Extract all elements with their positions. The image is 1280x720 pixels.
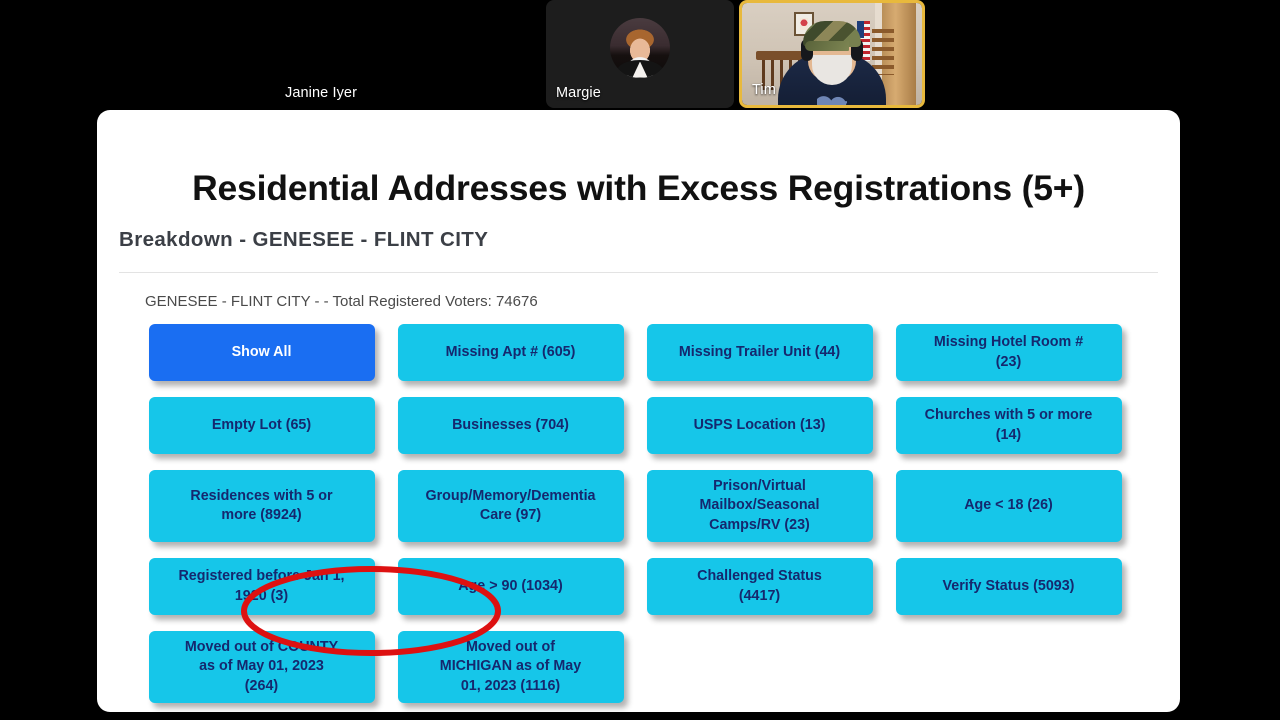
filter-button[interactable]: Residences with 5 or more (8924) xyxy=(148,470,375,542)
participant-name-label: Tim xyxy=(752,82,776,98)
filter-button[interactable]: Age < 18 (26) xyxy=(895,470,1122,542)
filter-button[interactable]: Businesses (704) xyxy=(397,397,624,454)
video-conference-strip: Janine Iyer Margie Tim xyxy=(0,0,1280,108)
participant-tile-tim[interactable]: Tim xyxy=(739,0,925,108)
page-title: Residential Addresses with Excess Regist… xyxy=(192,168,1085,208)
filter-button[interactable]: Show All xyxy=(148,324,375,381)
camo-cap xyxy=(803,21,861,51)
filter-button[interactable]: Missing Apt # (605) xyxy=(397,324,624,381)
filter-button[interactable]: Verify Status (5093) xyxy=(895,558,1122,615)
filter-button[interactable]: Moved out of COUNTY as of May 01, 2023 (… xyxy=(148,631,375,703)
participant-name-label: Janine Iyer xyxy=(285,85,358,101)
filter-button[interactable]: Churches with 5 or more (14) xyxy=(895,397,1122,454)
filter-button[interactable]: Group/Memory/Dementia Care (97) xyxy=(397,470,624,542)
shirt-logo xyxy=(817,95,847,105)
participant-tile-margie[interactable]: Margie xyxy=(546,0,734,108)
participant-name-label: Margie xyxy=(556,85,601,101)
filter-button-grid: Show All Missing Apt # (605) Missing Trail… xyxy=(148,324,1129,703)
filter-button[interactable]: Age > 90 (1034) xyxy=(397,558,624,615)
filter-button[interactable]: Moved out of MICHIGAN as of May 01, 2023… xyxy=(397,631,624,703)
cap-brim xyxy=(805,41,849,51)
filter-button[interactable]: Registered before Jan 1, 1920 (3) xyxy=(148,558,375,615)
filter-button[interactable]: Missing Hotel Room # (23) xyxy=(895,324,1122,381)
avatar xyxy=(610,17,670,78)
filter-button[interactable]: Empty Lot (65) xyxy=(148,397,375,454)
filter-button[interactable]: Missing Trailer Unit (44) xyxy=(646,324,873,381)
filter-button[interactable]: Challenged Status (4417) xyxy=(646,558,873,615)
total-registered-voters-summary: GENESEE - FLINT CITY - - Total Registere… xyxy=(145,293,538,310)
room-chair xyxy=(872,29,894,75)
participant-tile-janine-iyer[interactable]: Janine Iyer xyxy=(275,0,540,108)
presentation-slide: Residential Addresses with Excess Regist… xyxy=(97,110,1180,712)
page-subtitle: Breakdown - GENESEE - FLINT CITY xyxy=(119,228,489,251)
divider xyxy=(119,272,1158,273)
filter-button[interactable]: Prison/Virtual Mailbox/Seasonal Camps/RV… xyxy=(646,470,873,542)
filter-button[interactable]: USPS Location (13) xyxy=(646,397,873,454)
